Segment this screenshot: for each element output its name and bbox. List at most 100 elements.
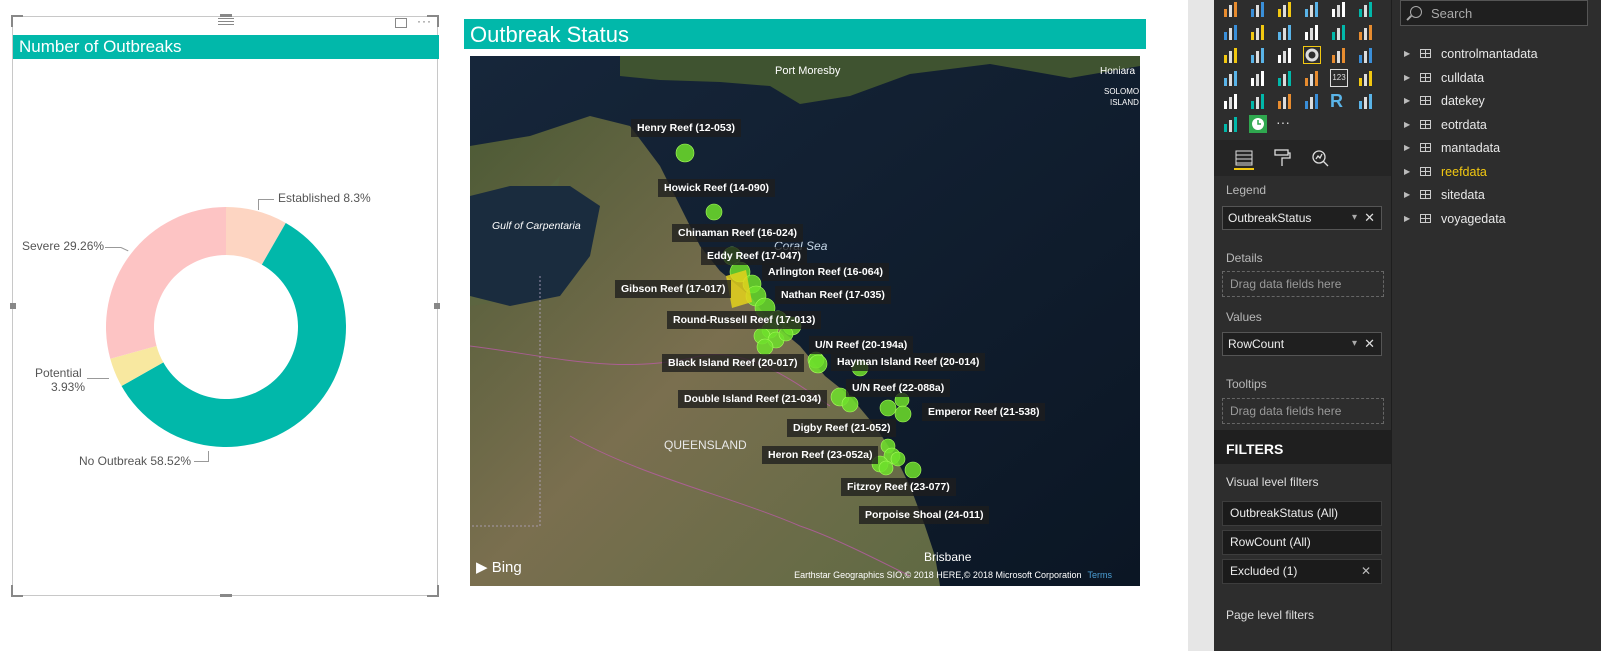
analytics-magnifier-icon[interactable] bbox=[1310, 148, 1330, 168]
funnel-icon[interactable] bbox=[1276, 69, 1294, 87]
fields-pane: Search ▶ controlmantadata ▶ culldata ▶ dateke… bbox=[1391, 0, 1601, 651]
leader-line bbox=[105, 247, 121, 248]
donut-chart-icon[interactable] bbox=[1303, 46, 1321, 64]
clustered-bar-icon[interactable] bbox=[1276, 0, 1294, 18]
table-item[interactable]: ▶ voyagedata bbox=[1402, 209, 1592, 229]
resize-handle[interactable] bbox=[220, 14, 232, 17]
stacked-column-icon[interactable] bbox=[1249, 0, 1267, 18]
reef-label: Hayman Island Reef (20-014) bbox=[831, 353, 986, 371]
line-column-icon[interactable] bbox=[1303, 23, 1321, 41]
reef-label: Nathan Reef (17-035) bbox=[775, 286, 891, 304]
fields-tab-icon[interactable] bbox=[1234, 148, 1254, 170]
100-column-icon[interactable] bbox=[1357, 0, 1375, 18]
resize-handle[interactable] bbox=[220, 594, 232, 597]
slice-severe[interactable] bbox=[105, 207, 226, 359]
globe-icon[interactable] bbox=[1357, 92, 1375, 110]
expand-arrow-icon[interactable]: ▶ bbox=[1404, 44, 1410, 64]
search-input[interactable]: Search bbox=[1400, 0, 1588, 26]
multirow-card-icon[interactable] bbox=[1357, 69, 1375, 87]
table-icon bbox=[1420, 166, 1431, 176]
table-item[interactable]: ▶ eotrdata bbox=[1402, 115, 1592, 135]
map-attribution: Earthstar Geographics SIO,© 2018 HERE,© … bbox=[794, 570, 1112, 580]
details-drop-zone[interactable]: Drag data fields here bbox=[1222, 271, 1384, 297]
ribbon-chart-icon[interactable] bbox=[1357, 23, 1375, 41]
area-chart-icon[interactable] bbox=[1249, 23, 1267, 41]
waterfall-icon[interactable] bbox=[1222, 46, 1240, 64]
page-filters-label: Page level filters bbox=[1226, 608, 1315, 622]
resize-corner[interactable] bbox=[427, 15, 439, 27]
table-item[interactable]: ▶ culldata bbox=[1402, 68, 1592, 88]
stacked-area-icon[interactable] bbox=[1276, 23, 1294, 41]
filters-heading: FILTERS bbox=[1214, 430, 1391, 464]
place-solomon-2: ISLAND bbox=[1110, 98, 1139, 107]
clustered-column-icon[interactable] bbox=[1303, 0, 1321, 18]
line-trend-icon[interactable] bbox=[1222, 115, 1240, 133]
stacked-bar-icon[interactable] bbox=[1222, 0, 1240, 18]
slicer-icon[interactable] bbox=[1249, 92, 1267, 110]
reef-label: Digby Reef (21-052) bbox=[787, 419, 897, 437]
line-chart-icon[interactable] bbox=[1222, 23, 1240, 41]
expand-arrow-icon[interactable]: ▶ bbox=[1404, 185, 1410, 205]
filter-card[interactable]: OutbreakStatus (All) bbox=[1222, 501, 1382, 526]
expand-arrow-icon[interactable]: ▶ bbox=[1404, 162, 1410, 182]
donut-visual[interactable]: ··· Number of Outbreaks Established 8.3%… bbox=[10, 14, 440, 597]
expand-arrow-icon[interactable]: ▶ bbox=[1404, 115, 1410, 135]
clock-icon[interactable] bbox=[1249, 115, 1267, 133]
search-icon bbox=[1410, 6, 1422, 18]
kpi-icon[interactable] bbox=[1222, 92, 1240, 110]
table-item[interactable]: ▶ sitedata bbox=[1402, 185, 1592, 205]
more-visuals-icon[interactable]: ··· bbox=[1276, 115, 1294, 133]
chevron-down-icon[interactable]: ▾ bbox=[1352, 333, 1357, 355]
map-icon[interactable] bbox=[1357, 46, 1375, 64]
clear-filter-icon[interactable]: ✕ bbox=[1361, 560, 1371, 583]
table-item[interactable]: ▶ controlmantadata bbox=[1402, 44, 1592, 64]
matrix-icon[interactable] bbox=[1303, 92, 1321, 110]
resize-corner[interactable] bbox=[11, 585, 23, 597]
legend-field-well[interactable]: OutbreakStatus ▾ ✕ bbox=[1222, 206, 1382, 230]
tooltips-drop-zone[interactable]: Drag data fields here bbox=[1222, 398, 1384, 424]
scatter-icon[interactable] bbox=[1249, 46, 1267, 64]
treemap-icon[interactable] bbox=[1330, 46, 1348, 64]
reef-label: Arlington Reef (16-064) bbox=[762, 263, 889, 281]
filter-card-excluded[interactable]: Excluded (1) ✕ bbox=[1222, 559, 1382, 584]
table-item[interactable]: ▶ mantadata bbox=[1402, 138, 1592, 158]
filled-map-icon[interactable] bbox=[1222, 69, 1240, 87]
table-item[interactable]: ▶ datekey bbox=[1402, 91, 1592, 111]
format-paint-roller-icon[interactable] bbox=[1272, 148, 1292, 168]
reef-label: Round-Russell Reef (17-013) bbox=[667, 311, 822, 329]
resize-handle[interactable] bbox=[10, 303, 16, 309]
expand-arrow-icon[interactable]: ▶ bbox=[1404, 91, 1410, 111]
resize-corner[interactable] bbox=[11, 15, 23, 27]
table-icon bbox=[1420, 143, 1431, 152]
details-label: Details bbox=[1226, 251, 1263, 265]
gauge-icon[interactable] bbox=[1303, 69, 1321, 87]
filter-card[interactable]: RowCount (All) bbox=[1222, 530, 1382, 555]
shape-map-icon[interactable] bbox=[1249, 69, 1267, 87]
map-visual[interactable]: Port Moresby Honiara SOLOMO ISLAND Gulf … bbox=[470, 56, 1140, 586]
remove-field-icon[interactable]: ✕ bbox=[1364, 207, 1375, 229]
reef-label: Black Island Reef (20-017) bbox=[662, 354, 804, 372]
100-bar-icon[interactable] bbox=[1330, 0, 1348, 18]
pie-chart-icon[interactable] bbox=[1276, 46, 1294, 64]
table-icon[interactable] bbox=[1276, 92, 1294, 110]
r-visual-icon[interactable]: R bbox=[1330, 92, 1348, 110]
values-field-well[interactable]: RowCount ▾ ✕ bbox=[1222, 332, 1382, 356]
terms-link[interactable]: Terms bbox=[1088, 570, 1113, 580]
table-item[interactable]: ▶ reefdata bbox=[1402, 162, 1592, 182]
expand-arrow-icon[interactable]: ▶ bbox=[1404, 138, 1410, 158]
expand-arrow-icon[interactable]: ▶ bbox=[1404, 209, 1410, 229]
resize-corner[interactable] bbox=[427, 585, 439, 597]
table-icon bbox=[1420, 96, 1431, 105]
table-icon bbox=[1420, 72, 1431, 82]
leader-line bbox=[258, 199, 274, 200]
canvas-scrollbar[interactable] bbox=[1188, 0, 1214, 651]
table-icon bbox=[1420, 190, 1431, 199]
reef-label: U/N Reef (22-088a) bbox=[846, 379, 951, 397]
resize-handle[interactable] bbox=[434, 303, 440, 309]
expand-arrow-icon[interactable]: ▶ bbox=[1404, 68, 1410, 88]
chevron-down-icon[interactable]: ▾ bbox=[1352, 207, 1357, 229]
remove-field-icon[interactable]: ✕ bbox=[1364, 333, 1375, 355]
card-icon[interactable]: 123 bbox=[1330, 69, 1348, 87]
line-clustered-icon[interactable] bbox=[1330, 23, 1348, 41]
donut-chart[interactable] bbox=[13, 17, 439, 597]
